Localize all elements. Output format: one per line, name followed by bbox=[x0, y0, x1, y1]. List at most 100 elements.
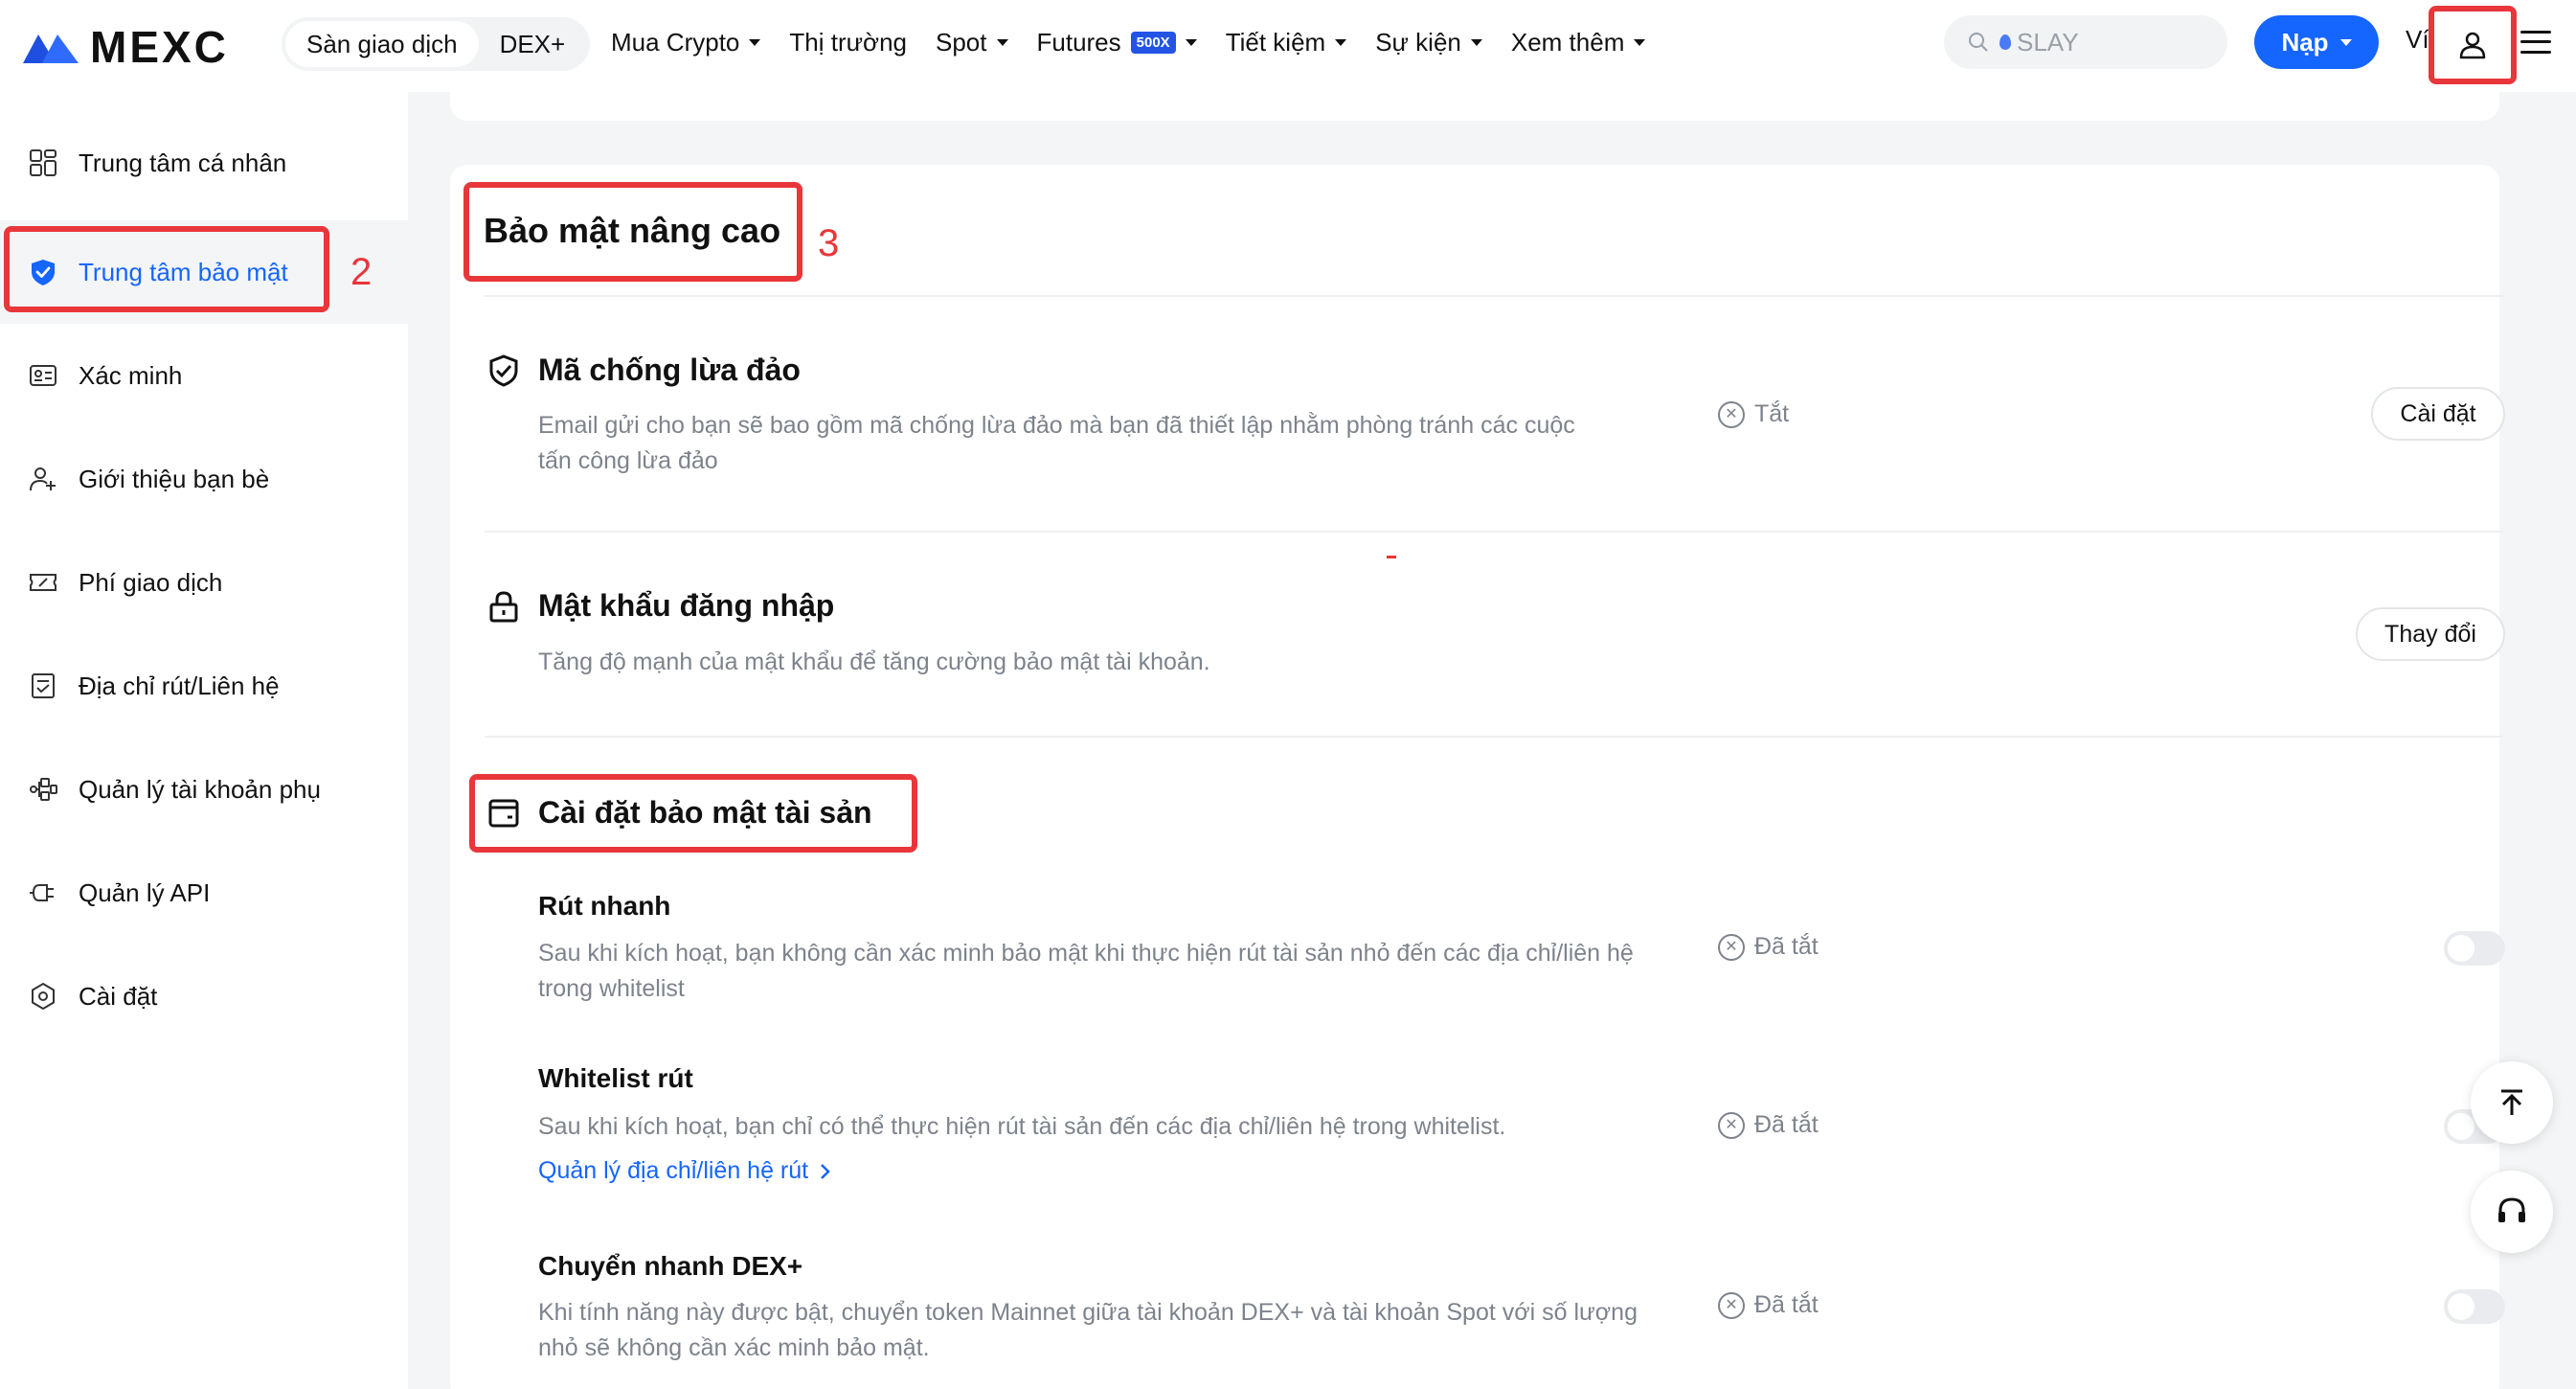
x-circle-icon: ✕ bbox=[1718, 400, 1745, 428]
x-circle-icon: ✕ bbox=[1718, 1111, 1745, 1139]
arrow-up-to-top-icon bbox=[2501, 1089, 2522, 1115]
main-nav: Mua Crypto Thị trường Spot Futures 500X T… bbox=[611, 0, 1646, 84]
annotation-box-asset-security bbox=[469, 774, 917, 853]
scroll-to-top-button[interactable] bbox=[2471, 1061, 2553, 1144]
anti-phishing-title-text: Mã chống lừa đảo bbox=[538, 353, 801, 387]
sidebar-item-personal-center[interactable]: Trung tâm cá nhân bbox=[0, 111, 408, 215]
change-password-button[interactable]: Thay đổi bbox=[2356, 607, 2505, 661]
annotation-2: 2 bbox=[350, 251, 373, 293]
sidebar-item-label: Xác minh bbox=[79, 360, 183, 390]
leverage-badge: 500X bbox=[1130, 31, 1176, 54]
segment-exchange[interactable]: Sàn giao dịch bbox=[285, 21, 479, 67]
anti-phishing-status-text: Tắt bbox=[1754, 400, 1790, 427]
annotation-3: 3 bbox=[818, 222, 840, 264]
shield-check-outline-icon bbox=[489, 353, 518, 387]
sidebar-item-api[interactable]: Quản lý API bbox=[0, 841, 408, 945]
search-icon bbox=[1969, 33, 1988, 52]
nav-events[interactable]: Sự kiện bbox=[1375, 28, 1482, 57]
caret-down-icon bbox=[1634, 38, 1646, 46]
x-circle-icon: ✕ bbox=[1718, 933, 1745, 961]
quick-withdraw-desc-line2: trong whitelist bbox=[538, 975, 685, 1002]
sidebar-item-settings[interactable]: Cài đặt bbox=[0, 945, 408, 1048]
nav-buy-crypto[interactable]: Mua Crypto bbox=[611, 27, 761, 57]
sidebar-item-label: Quản lý API bbox=[79, 877, 211, 907]
nav-spot-label: Spot bbox=[936, 27, 987, 57]
quick-withdraw-title: Rút nhanh bbox=[538, 891, 671, 921]
subaccount-icon bbox=[27, 773, 59, 806]
anti-phishing-status: ✕ Tắt bbox=[1718, 400, 1789, 428]
whitelist-status: ✕ Đã tắt bbox=[1718, 1111, 1819, 1139]
whitelist-desc: Sau khi kích hoạt, bạn chỉ có thể thực h… bbox=[538, 1113, 1506, 1140]
nav-events-label: Sự kiện bbox=[1375, 27, 1461, 57]
hamburger-menu-icon[interactable] bbox=[2520, 27, 2551, 57]
anti-phishing-setup-button[interactable]: Cài đặt bbox=[2371, 387, 2505, 441]
caret-down-icon bbox=[2339, 38, 2352, 46]
caret-down-icon bbox=[1185, 38, 1197, 46]
user-add-icon bbox=[27, 463, 59, 495]
mexc-logo[interactable]: MEXC bbox=[21, 21, 229, 73]
caret-down-icon bbox=[1470, 38, 1482, 46]
caret-down-icon bbox=[996, 38, 1008, 46]
dex-transfer-desc: Khi tính năng này được bật, chuyển token… bbox=[538, 1295, 1687, 1366]
dex-transfer-toggle[interactable] bbox=[2444, 1289, 2505, 1324]
nav-savings[interactable]: Tiết kiệm bbox=[1226, 28, 1347, 57]
ticket-icon bbox=[27, 566, 59, 599]
top-header: MEXC Sàn giao dịch DEX+ Mua Crypto Thị t… bbox=[0, 0, 2576, 92]
annotation-box-advanced-title bbox=[463, 182, 802, 282]
sidebar-item-label: Phí giao dịch bbox=[79, 567, 223, 597]
sidebar-item-label: Quản lý tài khoản phụ bbox=[79, 774, 321, 804]
manage-withdraw-address-link[interactable]: Quản lý địa chỉ/liên hệ rút bbox=[538, 1157, 833, 1185]
deposit-button[interactable]: Nạp bbox=[2254, 15, 2379, 69]
settings-hex-icon bbox=[27, 980, 59, 1013]
anti-phishing-desc: Email gửi cho bạn sẽ bao gồm mã chống lừ… bbox=[538, 408, 1687, 479]
headset-icon bbox=[2498, 1197, 2525, 1222]
caret-down-icon bbox=[1335, 38, 1347, 46]
whitelist-status-text: Đã tắt bbox=[1754, 1111, 1819, 1138]
user-profile-button[interactable] bbox=[2429, 6, 2517, 84]
dex-transfer-title: Chuyển nhanh DEX+ bbox=[538, 1251, 803, 1281]
quick-withdraw-desc-line1: Sau khi kích hoạt, bạn không cần xác min… bbox=[538, 940, 1634, 967]
deposit-label: Nạp bbox=[2281, 27, 2329, 57]
nav-more-label: Xem thêm bbox=[1510, 27, 1625, 57]
sidebar-item-referral[interactable]: Giới thiệu bạn bè bbox=[0, 427, 408, 531]
dex-transfer-status-text: Đã tắt bbox=[1754, 1291, 1819, 1318]
anti-phishing-desc-line1: Email gửi cho bạn sẽ bao gồm mã chống lừ… bbox=[538, 412, 1575, 439]
dex-transfer-desc-line2: nhỏ sẽ không cần xác minh bảo mật. bbox=[538, 1334, 930, 1361]
sidebar-item-label: Giới thiệu bạn bè bbox=[79, 464, 270, 493]
address-book-icon bbox=[27, 670, 59, 702]
whitelist-title: Whitelist rút bbox=[538, 1063, 693, 1093]
anti-phishing-desc-line2: tấn công lừa đảo bbox=[538, 447, 718, 474]
sidebar-item-trading-fee[interactable]: Phí giao dịch bbox=[0, 531, 408, 634]
quick-withdraw-toggle[interactable] bbox=[2444, 931, 2505, 966]
logo-text: MEXC bbox=[90, 22, 229, 72]
annotation-box-security-center bbox=[4, 226, 329, 312]
divider bbox=[485, 295, 2505, 297]
nav-more[interactable]: Xem thêm bbox=[1511, 28, 1646, 57]
quick-withdraw-status-text: Đã tắt bbox=[1754, 933, 1819, 960]
nav-markets[interactable]: Thị trường bbox=[789, 28, 907, 57]
dex-transfer-desc-line1: Khi tính năng này được bật, chuyển token… bbox=[538, 1299, 1638, 1326]
user-icon bbox=[2459, 32, 2486, 59]
wallet-link[interactable]: Ví bbox=[2406, 25, 2429, 55]
nav-savings-label: Tiết kiệm bbox=[1225, 27, 1326, 57]
nav-spot[interactable]: Spot bbox=[936, 28, 1008, 57]
nav-markets-label: Thị trường bbox=[789, 27, 907, 57]
sidebar-item-address-book[interactable]: Địa chỉ rút/Liên hệ bbox=[0, 634, 408, 738]
search-placeholder-text: SLAY bbox=[2017, 27, 2079, 57]
search-input[interactable]: SLAY bbox=[1944, 15, 2227, 69]
search-placeholder: SLAY bbox=[2000, 28, 2079, 57]
sidebar-item-verification[interactable]: Xác minh bbox=[0, 324, 408, 427]
nav-buy-crypto-label: Mua Crypto bbox=[611, 27, 740, 57]
login-password-title: Mật khẩu đăng nhập bbox=[486, 588, 834, 624]
segment-dex[interactable]: DEX+ bbox=[479, 21, 587, 67]
sidebar-item-subaccount[interactable]: Quản lý tài khoản phụ bbox=[0, 738, 408, 841]
anti-phishing-title: Mã chống lừa đảo bbox=[486, 353, 801, 388]
nav-futures[interactable]: Futures 500X bbox=[1037, 28, 1197, 57]
sidebar-item-label: Cài đặt bbox=[79, 981, 158, 1011]
login-password-title-text: Mật khẩu đăng nhập bbox=[538, 588, 835, 623]
customer-support-button[interactable] bbox=[2471, 1171, 2553, 1253]
decorative-dash bbox=[1387, 556, 1396, 558]
lock-icon bbox=[489, 590, 518, 622]
quick-withdraw-desc: Sau khi kích hoạt, bạn không cần xác min… bbox=[538, 936, 1687, 1007]
sidebar-item-label: Địa chỉ rút/Liên hệ bbox=[79, 671, 280, 700]
